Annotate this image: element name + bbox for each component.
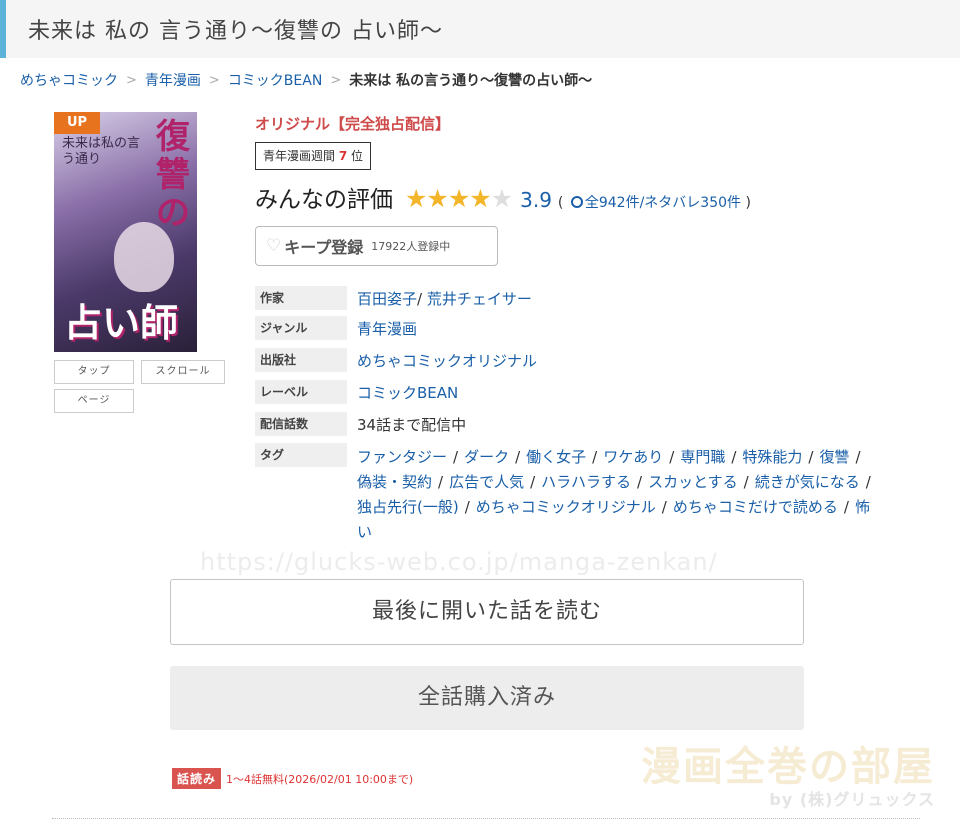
tag-link[interactable]: 独占先行(一般): [357, 498, 459, 516]
tag-separator: /: [637, 473, 643, 491]
tag-separator: /: [592, 448, 598, 466]
star-rating: ★★★★★: [405, 184, 513, 213]
tag-link[interactable]: 復讐: [819, 448, 849, 466]
tag-link[interactable]: 続きが気になる: [755, 473, 860, 491]
breadcrumb-chevron-icon: >: [330, 72, 342, 88]
star-empty-icon: ★: [490, 184, 513, 213]
logo-watermark: 漫画全巻の部屋 by (株)グリュックス: [565, 734, 935, 814]
cover-title-top: 未来は私の言う通り: [62, 136, 141, 167]
review-counts: ( 全942件/ネタバレ350件 ): [558, 192, 751, 212]
breadcrumb-chevron-icon: >: [208, 72, 220, 88]
heart-icon: ♡: [266, 236, 282, 256]
review-circle-icon: [570, 196, 583, 208]
tag-link[interactable]: 偽装・契約: [357, 473, 432, 491]
author-link[interactable]: 百田姿子: [357, 290, 417, 308]
genre-label: ジャンル: [255, 316, 347, 340]
label-link[interactable]: コミックBEAN: [357, 382, 458, 403]
page-title: 未来は 私の 言う通り～復讐の 占い師～: [28, 19, 443, 44]
tap-mode-button[interactable]: タップ: [54, 360, 134, 384]
author-separator: /: [417, 290, 423, 308]
tag-separator: /: [453, 448, 459, 466]
rating-label: みんなの評価: [255, 187, 393, 213]
free-reading-text: 1～4話無料(2026/02/01 10:00まで): [226, 772, 414, 786]
free-reading-info: 話読み 1～4話無料(2026/02/01 10:00まで): [172, 768, 413, 789]
scroll-mode-button[interactable]: スクロール: [141, 360, 225, 384]
episodes-value: 34話まで配信中: [357, 416, 467, 434]
star-icon: ★: [447, 184, 470, 213]
tags-label: タグ: [255, 443, 347, 467]
tag-separator: /: [843, 498, 849, 516]
rating-row: みんなの評価 ★★★★★ 3.9 ( 全942件/ネタバレ350件 ): [255, 180, 751, 214]
star-icon: ★: [469, 184, 491, 213]
cover-title-main-2: 占い師: [64, 300, 179, 345]
tag-link[interactable]: ワケあり: [603, 448, 663, 466]
all-purchased-button[interactable]: 全話購入済み: [170, 666, 804, 730]
tag-link[interactable]: 特殊能力: [742, 448, 802, 466]
tag-separator: /: [669, 448, 675, 466]
tag-separator: /: [515, 448, 521, 466]
ranking-number: 7: [338, 149, 348, 163]
spoiler-reviews-link[interactable]: ネタバレ350件: [644, 195, 741, 211]
tag-separator: /: [743, 473, 749, 491]
logo-text: 漫画全巻の部屋: [641, 743, 935, 790]
tag-link[interactable]: めちゃコミだけで読める: [673, 498, 838, 516]
tag-list: ファンタジー / ダーク / 働く女子 / ワケあり / 専門職 / 特殊能力 / 復讐 / 偽装・契約 / 広…: [357, 445, 877, 545]
tag-separator: /: [808, 448, 814, 466]
breadcrumb-link-label[interactable]: コミックBEAN: [228, 70, 323, 90]
tag-link[interactable]: 広告で人気: [449, 473, 524, 491]
up-badge: UP: [54, 112, 100, 134]
publisher-link[interactable]: めちゃコミックオリジナル: [357, 350, 537, 371]
paren-close: ): [745, 195, 751, 211]
keep-count: 17922人登録中: [371, 240, 451, 253]
breadcrumb-link-top[interactable]: めちゃコミック: [20, 70, 118, 90]
divider: [52, 818, 920, 819]
read-last-opened-button[interactable]: 最後に開いた話を読む: [170, 579, 804, 645]
watermark-url: https://glucks-web.co.jp/manga-zenkan/: [200, 548, 718, 576]
genre-link[interactable]: 青年漫画: [357, 318, 417, 339]
author-values: 百田姿子/ 荒井チェイサー: [357, 288, 532, 309]
author-link[interactable]: 荒井チェイサー: [427, 290, 532, 308]
star-icon: ★: [405, 184, 427, 213]
tag-link[interactable]: ダーク: [464, 448, 509, 466]
tag-link[interactable]: 働く女子: [526, 448, 586, 466]
tag-separator: /: [865, 473, 871, 491]
title-bar: 未来は 私の 言う通り～復讐の 占い師～: [0, 0, 960, 58]
rating-score: 3.9: [520, 188, 552, 212]
cover-image[interactable]: 未来は私の言う通り 復讐の 占い師 UP: [54, 112, 197, 352]
tag-separator: /: [855, 448, 861, 466]
episodes-label: 配信話数: [255, 412, 347, 436]
tag-link[interactable]: ファンタジー: [357, 448, 447, 466]
tag-separator: /: [731, 448, 737, 466]
total-reviews-link[interactable]: 全942件: [585, 195, 640, 211]
ranking-prefix: 青年漫画週間: [263, 149, 336, 163]
author-label: 作家: [255, 286, 347, 310]
original-label: オリジナル【完全独占配信】: [255, 115, 451, 133]
label-label: レーベル: [255, 380, 347, 404]
breadcrumb: めちゃコミック > 青年漫画 > コミックBEAN > 未来は 私の言う通り～復…: [20, 70, 592, 90]
ranking-suffix: 位: [351, 149, 364, 163]
paren-open: (: [557, 195, 564, 211]
tag-link[interactable]: 専門職: [680, 448, 725, 466]
breadcrumb-link-genre[interactable]: 青年漫画: [145, 70, 201, 90]
keep-label: キープ登録: [284, 238, 364, 257]
page-mode-button[interactable]: ページ: [54, 389, 134, 413]
breadcrumb-current: 未来は 私の言う通り～復讐の占い師～: [349, 73, 593, 89]
star-icon: ★: [426, 184, 448, 213]
breadcrumb-chevron-icon: >: [126, 72, 137, 88]
publisher-label: 出版社: [255, 348, 347, 372]
tag-link[interactable]: めちゃコミックオリジナル: [476, 498, 656, 516]
tag-separator: /: [464, 498, 470, 516]
logo-by: by (株)グリュックス: [769, 790, 935, 809]
keep-register-button[interactable]: ♡ キープ登録 17922人登録中: [255, 226, 498, 266]
tag-separator: /: [530, 473, 536, 491]
cover-title-main-1: 復讐の: [156, 117, 190, 233]
tag-separator: /: [438, 473, 444, 491]
free-reading-badge: 話読み: [172, 768, 222, 789]
ranking-badge[interactable]: 青年漫画週間 7 位: [255, 142, 372, 170]
tag-separator: /: [661, 498, 667, 516]
tag-link[interactable]: スカッとする: [648, 473, 738, 491]
tag-link[interactable]: ハラハラする: [541, 473, 631, 491]
